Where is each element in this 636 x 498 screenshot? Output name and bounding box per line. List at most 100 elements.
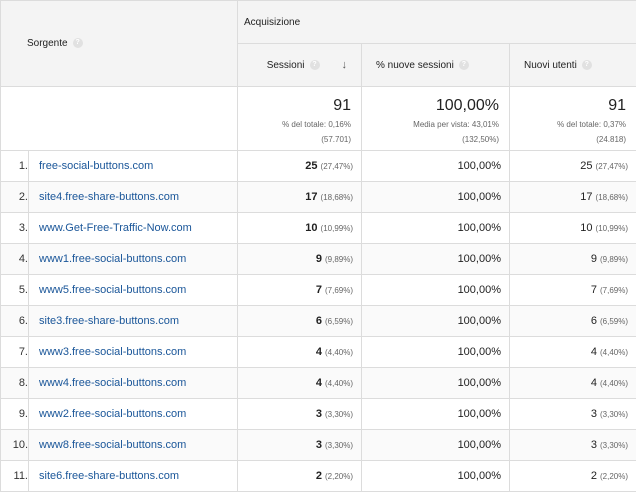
report-table: Sorgente? Acquisizione Sessioni? ↓ % nuov… <box>0 0 636 492</box>
header-row-group: Sorgente? Acquisizione <box>0 0 636 87</box>
source-cell: free-social-buttons.com <box>28 150 238 182</box>
total-new-users-share: % del totale: 0,37% <box>557 120 627 129</box>
group-header-acquisition: Acquisizione <box>236 0 636 44</box>
new-users-value: 9 <box>590 253 597 265</box>
source-link[interactable]: www8.free-social-buttons.com <box>39 439 186 451</box>
source-link[interactable]: www4.free-social-buttons.com <box>39 377 186 389</box>
new-users-value: 17 <box>580 191 593 203</box>
new-users-percent: (2,20%) <box>600 472 629 481</box>
table-row: 11. site6.free-share-buttons.com 2 (2,20%) 1… <box>0 460 636 492</box>
source-link[interactable]: www1.free-social-buttons.com <box>39 253 186 265</box>
sessions-cell: 25 (27,47%) <box>237 150 362 182</box>
source-link[interactable]: site4.free-share-buttons.com <box>39 191 179 203</box>
column-header-sessions[interactable]: Sessioni? ↓ <box>237 43 362 87</box>
total-new-users-site-total: (24.818) <box>596 135 627 144</box>
new-users-percent: (4,40%) <box>600 348 629 357</box>
new-sessions-value: 100,00% <box>457 160 501 172</box>
new-sessions-cell: 100,00% <box>361 212 510 244</box>
total-new-users-value: 91 <box>608 97 627 114</box>
sessions-cell: 17 (18,68%) <box>237 181 362 213</box>
table-row: 10. www8.free-social-buttons.com 3 (3,30%) 1… <box>0 429 636 461</box>
sessions-value: 6 <box>315 315 322 327</box>
new-users-percent: (9,89%) <box>600 255 629 264</box>
sessions-percent: (7,69%) <box>324 286 353 295</box>
sessions-percent: (3,30%) <box>324 441 353 450</box>
sessions-cell: 3 (3,30%) <box>237 398 362 430</box>
sessions-percent: (6,59%) <box>324 317 353 326</box>
sessions-value: 3 <box>315 439 322 451</box>
help-icon[interactable]: ? <box>72 38 83 49</box>
new-users-value: 7 <box>590 284 597 296</box>
row-index: 1. <box>0 150 29 182</box>
row-index: 9. <box>0 398 29 430</box>
total-new-users-cell: 91 % del totale: 0,37% (24.818) <box>508 86 636 151</box>
new-users-cell: 2 (2,20%) <box>508 460 636 492</box>
column-header-new-users-label: Nuovi utenti <box>524 59 577 71</box>
source-cell: www8.free-social-buttons.com <box>28 429 238 461</box>
source-cell: www2.free-social-buttons.com <box>28 398 238 430</box>
source-cell: site4.free-share-buttons.com <box>28 181 238 213</box>
sort-descending-icon[interactable]: ↓ <box>342 59 348 71</box>
sessions-value: 4 <box>315 346 322 358</box>
table-row: 1. free-social-buttons.com 25 (27,47%) 100,0… <box>0 150 636 182</box>
table-row: 7. www3.free-social-buttons.com 4 (4,40%) 10… <box>0 336 636 368</box>
new-users-percent: (6,59%) <box>600 317 629 326</box>
source-link[interactable]: site3.free-share-buttons.com <box>39 315 179 327</box>
new-users-cell: 4 (4,40%) <box>508 367 636 399</box>
new-sessions-cell: 100,00% <box>361 336 510 368</box>
column-header-new-sessions-label: % nuove sessioni <box>376 59 454 71</box>
new-users-cell: 6 (6,59%) <box>508 305 636 337</box>
source-link[interactable]: www2.free-social-buttons.com <box>39 408 186 420</box>
source-cell: www5.free-social-buttons.com <box>28 274 238 306</box>
source-link[interactable]: www3.free-social-buttons.com <box>39 346 186 358</box>
source-link[interactable]: www5.free-social-buttons.com <box>39 284 186 296</box>
row-index: 7. <box>0 336 29 368</box>
new-users-percent: (18,68%) <box>595 193 629 202</box>
table-row: 5. www5.free-social-buttons.com 7 (7,69%) 10… <box>0 274 636 306</box>
source-link[interactable]: site6.free-share-buttons.com <box>39 470 179 482</box>
column-header-new-users[interactable]: Nuovi utenti? <box>508 43 636 87</box>
row-index: 2. <box>0 181 29 213</box>
help-icon[interactable]: ? <box>581 60 592 70</box>
new-users-value: 6 <box>590 315 597 327</box>
column-header-source[interactable]: Sorgente? <box>0 0 238 87</box>
sessions-percent: (10,99%) <box>320 224 353 233</box>
sessions-cell: 7 (7,69%) <box>237 274 362 306</box>
total-sessions-share: % del totale: 0,16% <box>282 120 351 129</box>
source-cell: site6.free-share-buttons.com <box>28 460 238 492</box>
source-cell: www1.free-social-buttons.com <box>28 243 238 275</box>
sessions-percent: (18,68%) <box>320 193 353 202</box>
new-users-cell: 7 (7,69%) <box>508 274 636 306</box>
column-header-source-label: Sorgente <box>27 38 68 49</box>
total-sessions-site-total: (57.701) <box>321 135 351 144</box>
new-users-value: 2 <box>590 470 597 482</box>
new-sessions-cell: 100,00% <box>361 305 510 337</box>
source-cell: www3.free-social-buttons.com <box>28 336 238 368</box>
sessions-value: 9 <box>315 253 322 265</box>
new-sessions-value: 100,00% <box>457 315 501 327</box>
row-index: 10. <box>0 429 29 461</box>
help-icon[interactable]: ? <box>458 60 469 70</box>
new-sessions-cell: 100,00% <box>361 150 510 182</box>
new-users-cell: 25 (27,47%) <box>508 150 636 182</box>
new-users-percent: (4,40%) <box>600 379 629 388</box>
sessions-percent: (9,89%) <box>324 255 353 264</box>
total-sessions-cell: 91 % del totale: 0,16% (57.701) <box>237 86 362 151</box>
sessions-value: 17 <box>305 191 318 203</box>
source-link[interactable]: www.Get-Free-Traffic-Now.com <box>39 222 192 234</box>
new-sessions-cell: 100,00% <box>361 460 510 492</box>
row-index: 8. <box>0 367 29 399</box>
source-link[interactable]: free-social-buttons.com <box>39 160 153 172</box>
sessions-percent: (4,40%) <box>324 379 353 388</box>
new-users-cell: 3 (3,30%) <box>508 429 636 461</box>
table-row: 9. www2.free-social-buttons.com 3 (3,30%) 10… <box>0 398 636 430</box>
column-header-new-sessions[interactable]: % nuove sessioni? <box>361 43 510 87</box>
sessions-cell: 2 (2,20%) <box>237 460 362 492</box>
new-users-cell: 10 (10,99%) <box>508 212 636 244</box>
source-cell: www4.free-social-buttons.com <box>28 367 238 399</box>
column-header-sessions-label: Sessioni <box>266 59 305 71</box>
new-sessions-cell: 100,00% <box>361 181 510 213</box>
sessions-cell: 6 (6,59%) <box>237 305 362 337</box>
help-icon[interactable]: ? <box>309 60 320 70</box>
new-sessions-value: 100,00% <box>457 253 501 265</box>
